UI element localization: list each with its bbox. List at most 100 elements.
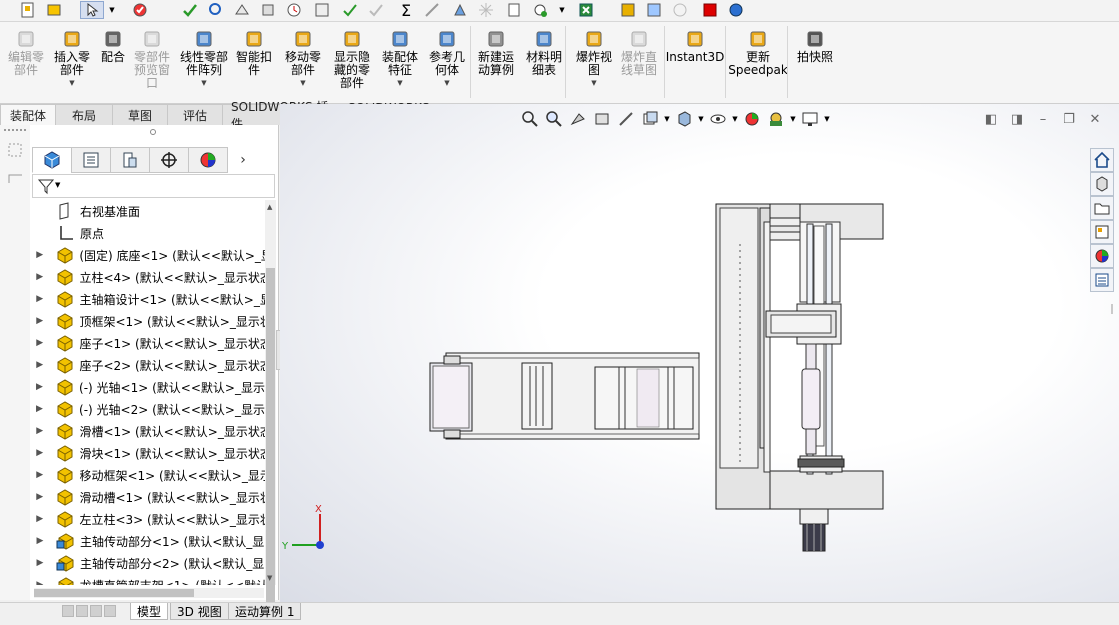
doc-icon[interactable]: [504, 1, 524, 19]
close-icon[interactable]: ✕: [1086, 110, 1104, 128]
dynamic-annotation-icon[interactable]: [614, 110, 638, 128]
ribbon-button-8[interactable]: 装配体 特征 ▼: [378, 28, 422, 87]
tree-item[interactable]: ▶ 座子<2> (默认<<默认>_显示状态: [32, 354, 265, 376]
home-icon[interactable]: [1090, 148, 1114, 172]
expand-arrow-icon[interactable]: ▶: [32, 536, 48, 546]
select-cursor-icon[interactable]: [80, 1, 104, 19]
zoom-to-fit-icon[interactable]: [518, 110, 542, 128]
clock-icon[interactable]: [284, 1, 304, 19]
ribbon-button-1[interactable]: 插入零 部件 ▼: [50, 28, 94, 87]
tree-item[interactable]: ▶ 主轴箱设计<1> (默认<<默认>_显: [32, 288, 265, 310]
tree-item[interactable]: ▶ (-) 光轴<1> (默认<<默认>_显示状: [32, 376, 265, 398]
expand-arrow-icon[interactable]: ▶: [32, 492, 47, 502]
tree-item[interactable]: ▶ 移动框架<1> (默认<<默认>_显示: [32, 464, 265, 486]
chevron-down-icon[interactable]: ▼: [444, 79, 449, 87]
ribbon-button-11[interactable]: 材料明 细表: [522, 28, 566, 77]
select-dropdown-icon[interactable]: ▼: [106, 1, 118, 19]
tree-item[interactable]: ▶ (固定) 底座<1> (默认<<默认>_显: [32, 244, 265, 266]
view-palette-icon[interactable]: [1090, 220, 1114, 244]
sketch-icon[interactable]: [6, 141, 26, 161]
ribbon-button-0[interactable]: 编辑零 部件: [6, 28, 46, 77]
expand-arrow-icon[interactable]: ▶: [32, 470, 47, 480]
tree-item[interactable]: ▶ 龙槽直管部支架<1> (默认<<默认: [32, 574, 265, 585]
appearances-icon[interactable]: [1090, 244, 1114, 268]
filter-icon[interactable]: [37, 178, 57, 199]
chevron-right-icon[interactable]: ›: [227, 147, 259, 173]
chevron-down-icon[interactable]: ▼: [69, 79, 74, 87]
expand-arrow-icon[interactable]: ▶: [32, 580, 48, 585]
vertical-scroll-thumb[interactable]: [266, 268, 275, 608]
verify-icon[interactable]: [340, 1, 360, 19]
prev-tab-icon[interactable]: [76, 605, 88, 617]
zoom-area-icon[interactable]: [542, 110, 566, 128]
file-explorer-icon[interactable]: [1090, 196, 1114, 220]
options-icon[interactable]: [130, 1, 150, 19]
tab-motion-study[interactable]: 运动算例 1: [228, 603, 302, 620]
ribbon-button-2[interactable]: 配合: [96, 28, 130, 64]
mass-props-icon[interactable]: [232, 1, 252, 19]
tab-3d-view[interactable]: 3D 视图: [170, 603, 229, 620]
sum-icon[interactable]: Σ: [396, 1, 416, 20]
snowflake-icon[interactable]: [476, 1, 496, 19]
view-orientation-icon[interactable]: [638, 110, 662, 128]
ribbon-button-13[interactable]: 爆炸直 线草图: [617, 28, 661, 77]
path-icon[interactable]: [6, 169, 26, 189]
chevron-down-icon[interactable]: ▼: [397, 79, 402, 87]
tools-icon[interactable]: [530, 1, 550, 19]
dimension-icon[interactable]: [422, 1, 442, 19]
minimize-icon[interactable]: –: [1034, 110, 1052, 128]
section-view-icon[interactable]: [590, 110, 614, 128]
ribbon-button-3[interactable]: 零部件 预览窗 口: [131, 28, 173, 90]
edit-appearance-icon[interactable]: [740, 110, 764, 128]
next-tab-icon[interactable]: [90, 605, 102, 617]
tab-0[interactable]: 装配体: [0, 104, 56, 125]
hide-show-dropdown-icon[interactable]: ▼: [730, 110, 740, 128]
new-doc-icon[interactable]: [18, 1, 38, 19]
help-icon[interactable]: [726, 1, 746, 19]
property-manager-tab[interactable]: [71, 147, 111, 173]
view-settings-dropdown-icon[interactable]: ▼: [822, 110, 832, 128]
pdf-icon[interactable]: [700, 1, 720, 19]
custom-properties-icon[interactable]: [1090, 268, 1114, 292]
view-orientation-dropdown-icon[interactable]: ▼: [662, 110, 672, 128]
tree-item[interactable]: 原点: [32, 222, 265, 244]
reload-icon[interactable]: [312, 1, 332, 19]
tree-item[interactable]: ▶ 顶框架<1> (默认<<默认>_显示状: [32, 310, 265, 332]
tab-2[interactable]: 草图: [112, 104, 168, 125]
rebuild-icon[interactable]: [44, 1, 64, 19]
tree-horizontal-scrollbar[interactable]: [34, 588, 264, 598]
expand-arrow-icon[interactable]: ▶: [32, 316, 47, 326]
tree-item[interactable]: ▶ 主轴传动部分<2> (默认<默认_显: [32, 552, 265, 574]
scroll-down-icon[interactable]: ▼: [267, 574, 272, 582]
tree-filter[interactable]: ▼: [32, 174, 275, 198]
verify-disabled-icon[interactable]: [366, 1, 386, 19]
ribbon-button-10[interactable]: 新建运 动算例: [474, 28, 518, 77]
design-library-icon[interactable]: [1090, 172, 1114, 196]
ribbon-button-7[interactable]: 显示隐 藏的零 部件: [331, 28, 373, 90]
expand-arrow-icon[interactable]: ▶: [32, 272, 47, 282]
restore-icon[interactable]: ❐: [1060, 110, 1078, 128]
tree-vertical-scrollbar[interactable]: ▲ ▼: [265, 200, 276, 608]
tab-1[interactable]: 布局: [55, 104, 113, 125]
tree-item[interactable]: ▶ 座子<1> (默认<<默认>_显示状态: [32, 332, 265, 354]
excel-icon[interactable]: [576, 1, 596, 19]
ribbon-button-4[interactable]: 线性零部 件阵列 ▼: [176, 28, 232, 87]
chevron-down-icon[interactable]: ▼: [591, 79, 596, 87]
chevron-down-icon[interactable]: ▼: [300, 79, 305, 87]
feature-manager-tab[interactable]: [32, 147, 72, 173]
view-settings-icon[interactable]: [798, 110, 822, 128]
ribbon-button-14[interactable]: Instant3D: [666, 28, 724, 64]
display-style-dropdown-icon[interactable]: ▼: [696, 110, 706, 128]
tile-right-icon[interactable]: ◨: [1008, 110, 1026, 128]
ribbon-button-9[interactable]: 参考几 何体 ▼: [425, 28, 469, 87]
horizontal-scroll-thumb[interactable]: [34, 589, 194, 597]
check-icon[interactable]: [180, 1, 200, 19]
expand-arrow-icon[interactable]: ▶: [32, 404, 47, 414]
ribbon-button-15[interactable]: 更新 Speedpak: [728, 28, 788, 77]
ribbon-button-12[interactable]: 爆炸视 图 ▼: [572, 28, 616, 87]
expand-arrow-icon[interactable]: ▶: [32, 426, 47, 436]
tools-dropdown-icon[interactable]: ▼: [556, 1, 568, 19]
expand-arrow-icon[interactable]: ▶: [32, 360, 47, 370]
configuration-manager-tab[interactable]: [110, 147, 150, 173]
last-tab-icon[interactable]: [104, 605, 116, 617]
